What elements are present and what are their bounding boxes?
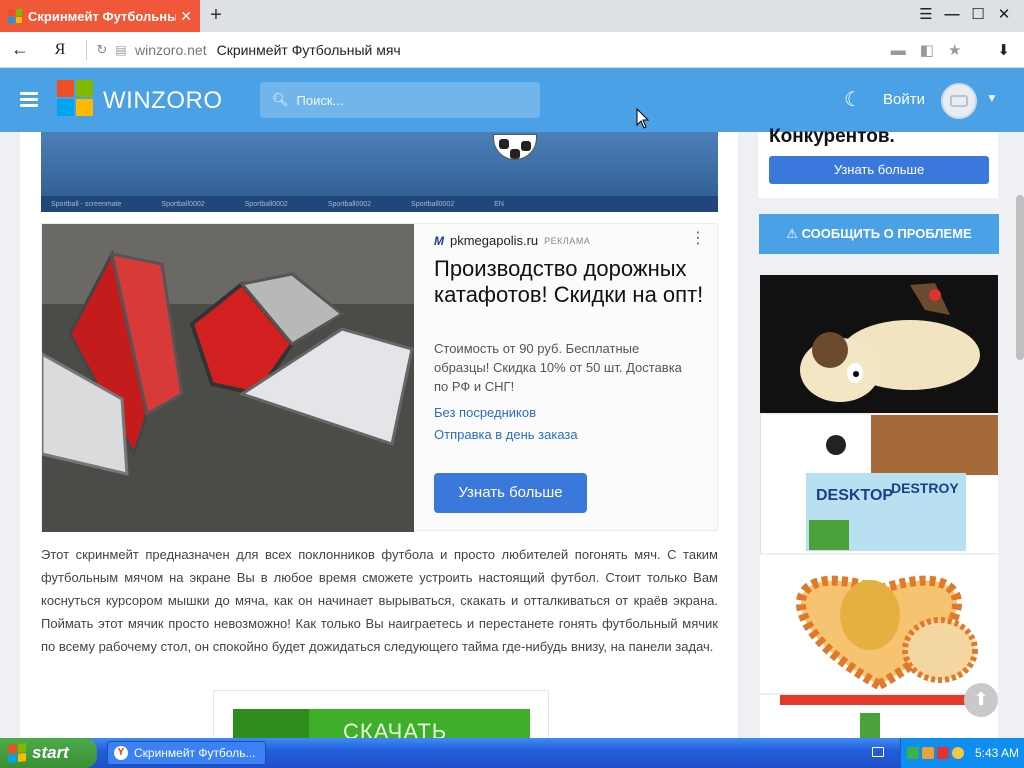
maximize-icon[interactable]: ☐	[968, 4, 988, 26]
divider	[86, 39, 87, 60]
clock[interactable]: 5:43 AM	[975, 746, 1019, 760]
preview-task-label: Sportball - screenmate	[51, 200, 122, 208]
preview-task-label: Sportball0002	[161, 200, 205, 208]
related-thumbnail[interactable]: DESKTOP DESTROY	[760, 415, 998, 553]
ad-description: Стоимость от 90 руб. Бесплатные образцы!…	[434, 341, 682, 394]
tab-close-icon[interactable]: ✕	[180, 8, 192, 25]
winzoro-logo-icon[interactable]	[57, 80, 93, 116]
windows-taskbar: start Y Скринмейт Футболь... 5:43 AM	[0, 738, 1024, 768]
soccer-ball-image	[493, 134, 537, 160]
thumbnail-text: DESKTOP	[816, 487, 893, 504]
preview-taskbar: Sportball - screenmate Sportball0002 Spo…	[41, 196, 718, 212]
bookmark-star-icon[interactable]: ★	[948, 41, 961, 59]
address-bar-actions: ▬ ◧ ★ ⬇	[891, 32, 1010, 68]
sidebar-ad-button[interactable]: Узнать больше	[769, 156, 989, 184]
download-icon	[233, 709, 309, 738]
new-tab-button[interactable]: +	[205, 4, 227, 26]
ad-link[interactable]: Без посредников	[434, 405, 536, 420]
preview-task-label: Sportball0002	[411, 200, 455, 208]
start-label: start	[32, 743, 69, 762]
scroll-to-top-button[interactable]: ⬆	[964, 683, 998, 717]
preview-task-label: Sportball0002	[244, 200, 288, 208]
download-button[interactable]: СКАЧАТЬ	[233, 709, 530, 738]
site-header: WINZORO 🔍︎ ☾ Войти ▼	[0, 68, 1024, 132]
network-icon[interactable]	[907, 747, 919, 759]
report-problem-button[interactable]: ⚠ СООБЩИТЬ О ПРОБЛЕМЕ	[759, 214, 999, 254]
keyboard-icon[interactable]	[872, 747, 884, 757]
tab-active[interactable]: Скринмейт Футбольный ✕	[0, 0, 200, 32]
logo-text[interactable]: WINZORO	[103, 87, 222, 115]
ad-link[interactable]: Отправка в день заказа	[434, 427, 578, 442]
ad-image[interactable]	[42, 224, 414, 532]
more-options-icon[interactable]: ⋮	[690, 228, 706, 248]
ad-domain-line[interactable]: M pkmegapolis.ru РЕКЛАМА	[434, 233, 590, 248]
yandex-button[interactable]: Я	[40, 41, 80, 59]
taskbar-window-label: Скринмейт Футболь...	[134, 746, 256, 760]
reload-icon[interactable]: ↻	[93, 42, 111, 58]
ad-title[interactable]: Производство дорожных катафотов! Скидки …	[434, 256, 704, 308]
minimize-icon[interactable]: —	[942, 4, 962, 26]
url-page-title[interactable]: Скринмейт Футбольный мяч	[217, 42, 401, 58]
tray-app-icon[interactable]	[922, 747, 934, 759]
protect-icon[interactable]: ◧	[920, 41, 934, 59]
page-scrollbar[interactable]	[1016, 195, 1024, 360]
reader-mode-icon[interactable]: ▬	[891, 42, 906, 59]
sidebar: Конкурентов. Узнать больше ⚠ СООБЩИТЬ О …	[738, 126, 1020, 738]
back-button[interactable]: ←	[0, 39, 40, 60]
download-label: СКАЧАТЬ	[343, 719, 448, 738]
window-controls: ☰ — ☐ ✕	[916, 4, 1014, 26]
site-favicon-icon	[8, 9, 22, 23]
close-window-icon[interactable]: ✕	[994, 4, 1014, 26]
dark-mode-moon-icon[interactable]: ☾	[844, 87, 862, 112]
tab-title: Скринмейт Футбольный	[28, 8, 177, 24]
search-tray-icon[interactable]	[952, 747, 964, 759]
main-content: Sportball - screenmate Sportball0002 Spo…	[20, 132, 738, 738]
ad-info: M pkmegapolis.ru РЕКЛАМА ⋮ Производство …	[434, 224, 706, 532]
url-host[interactable]: winzoro.net	[135, 42, 207, 58]
download-banner[interactable]: СКАЧАТЬ	[213, 690, 549, 738]
related-thumbnail[interactable]	[760, 555, 998, 693]
system-tray: 5:43 AM	[900, 738, 1024, 768]
related-thumbnail[interactable]	[760, 275, 998, 413]
preview-task-label: Sportball0002	[327, 200, 372, 208]
screenshot-preview-image: Sportball - screenmate Sportball0002 Spo…	[41, 132, 718, 212]
ad-cta-button[interactable]: Узнать больше	[434, 473, 587, 513]
search-icon: 🔍︎	[272, 92, 289, 107]
address-bar: ← Я ↻ ▤ winzoro.net Скринмейт Футбольный…	[0, 32, 1024, 68]
ad-block[interactable]: M pkmegapolis.ru РЕКЛАМА ⋮ Производство …	[41, 223, 718, 532]
browser-menu-icon[interactable]: ☰	[916, 4, 936, 26]
browser-tab-strip: Скринмейт Футбольный ✕ + ☰ — ☐ ✕	[0, 0, 1024, 32]
search-input[interactable]	[296, 92, 517, 108]
chevron-down-icon[interactable]: ▼	[986, 91, 998, 105]
windows-logo-icon	[8, 743, 26, 763]
article-text: Этот скринмейт предназначен для всех пок…	[41, 547, 718, 654]
preview-task-label: EN	[494, 200, 504, 208]
sidebar-ad-card: Конкурентов. Узнать больше	[758, 126, 998, 198]
page-info-icon[interactable]: ▤	[111, 43, 131, 57]
login-link[interactable]: Войти	[883, 91, 925, 108]
yandex-browser-icon: Y	[114, 746, 128, 760]
avatar-robot-icon	[950, 95, 968, 107]
security-icon[interactable]	[937, 747, 949, 759]
advertiser-logo-icon: M	[434, 233, 444, 248]
related-thumbnail[interactable]	[760, 695, 998, 738]
taskbar-window-button[interactable]: Y Скринмейт Футболь...	[107, 741, 266, 765]
ad-domain[interactable]: pkmegapolis.ru	[450, 233, 538, 248]
search-box[interactable]: 🔍︎	[260, 82, 540, 118]
ad-tag: РЕКЛАМА	[544, 235, 591, 246]
start-button[interactable]: start	[0, 738, 97, 768]
mouse-cursor-icon	[636, 108, 650, 129]
thumbnail-text: DESTROY	[891, 480, 959, 496]
menu-icon[interactable]	[20, 92, 38, 110]
sidebar-ad-text: Конкурентов.	[769, 126, 895, 147]
downloads-icon[interactable]: ⬇	[997, 41, 1010, 59]
